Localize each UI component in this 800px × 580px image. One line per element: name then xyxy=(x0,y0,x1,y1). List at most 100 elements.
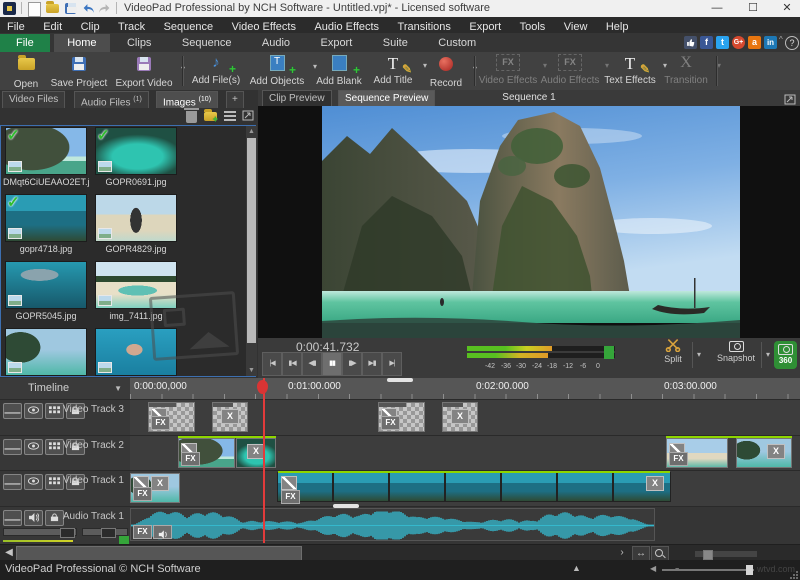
tab-home[interactable]: Home xyxy=(54,34,109,53)
timeline-clip[interactable]: X xyxy=(212,402,248,432)
track-lane[interactable]: X FX FX X xyxy=(130,471,800,506)
add-bin-tab-button[interactable]: + xyxy=(226,91,244,108)
transition-icon[interactable]: X xyxy=(767,444,785,459)
tab-audio-files[interactable]: Audio Files (1) xyxy=(74,91,149,108)
add-objects-button[interactable]: T+ Add Objects xyxy=(246,54,308,88)
fx-badge[interactable]: FX xyxy=(381,416,400,430)
track-lane[interactable]: FX xyxy=(130,507,800,544)
list-view-icon[interactable] xyxy=(222,109,237,123)
transition-icon[interactable]: X xyxy=(451,409,469,424)
expand-icon[interactable]: ▲ xyxy=(572,563,581,573)
media-thumbnail[interactable] xyxy=(6,262,86,308)
speaker-icon[interactable] xyxy=(24,510,43,526)
media-item[interactable]: GOPR5045.jpg xyxy=(3,262,89,321)
media-scrollbar[interactable]: ▲ ▼ xyxy=(246,126,257,376)
go-end-button[interactable]: ▶| xyxy=(382,352,402,376)
linkedin-icon[interactable]: in xyxy=(764,36,777,49)
collapse-track-icon[interactable]: — xyxy=(3,510,22,526)
timeline-clip[interactable]: X xyxy=(442,402,478,432)
lock-icon[interactable] xyxy=(45,510,64,526)
clip-frame[interactable] xyxy=(558,473,612,501)
collapse-track-icon[interactable]: — xyxy=(3,439,22,455)
timeline-clip[interactable]: FX xyxy=(378,402,425,432)
mute-badge[interactable] xyxy=(153,525,172,539)
hscrollbar-thumb[interactable] xyxy=(16,546,302,561)
eye-icon[interactable] xyxy=(24,474,43,490)
detach-preview-icon[interactable] xyxy=(784,92,796,103)
fx-badge[interactable]: FX xyxy=(281,490,300,504)
video-frame[interactable] xyxy=(322,106,740,338)
maximize-button[interactable]: ☐ xyxy=(738,0,768,17)
scrollbar-thumb[interactable] xyxy=(247,138,256,343)
add-folder-icon[interactable]: + xyxy=(203,109,218,123)
tab-video-files[interactable]: Video Files xyxy=(2,91,65,108)
step-back-button[interactable]: ◀▮ xyxy=(302,352,322,376)
delete-media-icon[interactable] xyxy=(184,109,199,123)
resize-grip[interactable] xyxy=(790,570,798,578)
step-forward-button[interactable]: ▮▶ xyxy=(342,352,362,376)
add-title-button[interactable]: T✎ Add Title xyxy=(368,54,418,88)
storyboard-icon[interactable] xyxy=(45,474,64,490)
share-icon[interactable]: a xyxy=(748,36,761,49)
slider-thumb[interactable] xyxy=(101,528,116,538)
detach-panel-icon[interactable] xyxy=(241,109,256,123)
twitter-icon[interactable]: t xyxy=(716,36,729,49)
record-button[interactable]: Record xyxy=(424,54,468,88)
minimize-button[interactable]: — xyxy=(702,0,732,17)
tab-sequence[interactable]: Sequence xyxy=(169,34,245,53)
collapse-track-icon[interactable]: — xyxy=(3,403,22,419)
close-button[interactable]: ✕ xyxy=(772,0,800,17)
splitter-grip[interactable] xyxy=(333,504,359,508)
prev-clip-button[interactable]: ▮◀ xyxy=(282,352,302,376)
timeline-zoom-slider[interactable] xyxy=(694,550,758,558)
facebook-icon[interactable]: f xyxy=(700,36,713,49)
export-video-button[interactable]: Export Video xyxy=(112,54,176,88)
media-thumbnail[interactable]: ✓ xyxy=(6,128,86,174)
tab-clips[interactable]: Clips xyxy=(114,34,164,53)
track-lane[interactable]: FX X FX X xyxy=(130,400,800,435)
timeline-clip[interactable]: FX xyxy=(666,438,728,468)
audio-effects-button[interactable]: FX Audio Effects xyxy=(540,54,600,88)
collapse-ribbon-icon[interactable]: ^ xyxy=(779,35,783,44)
fit-timeline-icon[interactable]: ↔ xyxy=(632,546,650,561)
fx-badge[interactable]: FX xyxy=(181,452,200,466)
tab-audio[interactable]: Audio xyxy=(249,34,303,53)
playhead-line[interactable] xyxy=(263,378,265,543)
scroll-right-icon[interactable]: › xyxy=(614,546,630,559)
slider-thumb[interactable] xyxy=(703,550,713,560)
fx-badge[interactable]: FX xyxy=(133,487,152,501)
tab-custom[interactable]: Custom xyxy=(425,34,489,53)
preview-360-button[interactable]: 360 xyxy=(774,341,797,369)
save-project-button[interactable]: Save Project xyxy=(48,54,110,88)
fx-badge[interactable]: FX xyxy=(133,525,152,539)
redo-icon[interactable] xyxy=(98,2,111,15)
clip-frame[interactable] xyxy=(334,473,388,501)
text-effects-button[interactable]: T✎ Text Effects xyxy=(602,54,658,88)
tab-file[interactable]: File xyxy=(0,34,50,53)
scroll-up-icon[interactable]: ▲ xyxy=(246,126,257,137)
help-icon[interactable]: ? xyxy=(785,36,799,50)
open-project-icon[interactable] xyxy=(46,2,59,15)
tab-images[interactable]: Images (10) xyxy=(156,91,218,108)
slider-thumb[interactable] xyxy=(746,565,753,575)
timeline-ruler[interactable]: 0:00:00,000 0:01:00.000 0:02:00.000 0:03… xyxy=(130,378,800,399)
tab-sequence-preview[interactable]: Sequence Preview xyxy=(338,90,435,107)
clip-frame[interactable] xyxy=(390,473,444,501)
audio-clip[interactable]: FX xyxy=(130,508,655,541)
fx-badge[interactable]: FX xyxy=(151,416,170,430)
snapshot-button[interactable]: Snapshot xyxy=(712,338,760,371)
open-button[interactable]: Open xyxy=(6,54,46,88)
storyboard-icon[interactable] xyxy=(45,439,64,455)
volume-slider[interactable] xyxy=(3,528,77,536)
media-item[interactable]: ✓ GOPR0691.jpg xyxy=(93,128,179,187)
tab-export[interactable]: Export xyxy=(307,34,365,53)
go-start-button[interactable]: |◀ xyxy=(262,352,282,376)
media-thumbnail[interactable]: ✓ xyxy=(96,128,176,174)
timeline-clip[interactable]: FX xyxy=(148,402,195,432)
tab-clip-preview[interactable]: Clip Preview xyxy=(262,90,332,107)
add-blank-button[interactable]: + Add Blank xyxy=(312,54,366,88)
next-clip-button[interactable]: ▶▮ xyxy=(362,352,382,376)
media-thumbnail[interactable] xyxy=(96,195,176,241)
collapse-track-icon[interactable]: — xyxy=(3,474,22,490)
transition-icon[interactable]: X xyxy=(221,409,239,424)
